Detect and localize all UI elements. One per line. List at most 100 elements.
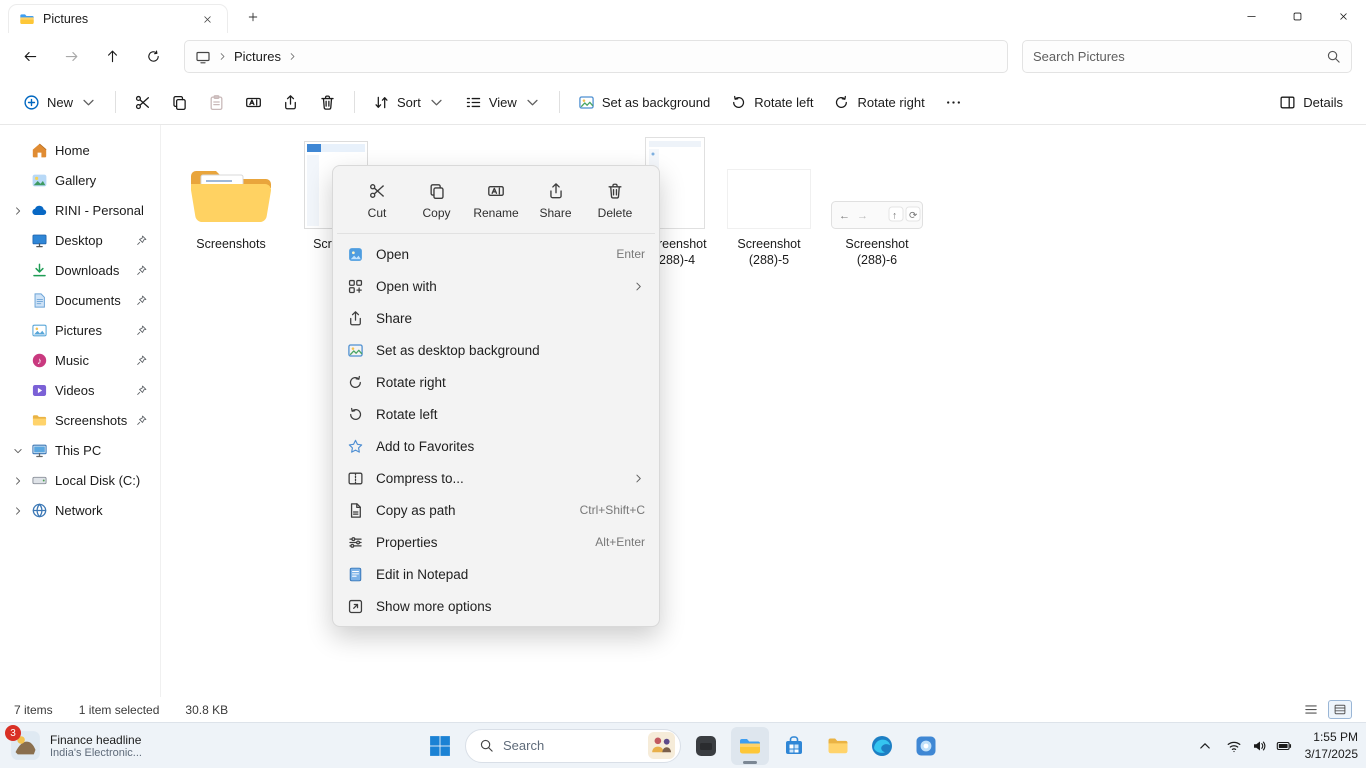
photos-app-button[interactable] [907,727,945,765]
new-button[interactable]: New [14,85,106,119]
list-view-toggle[interactable] [1299,700,1323,719]
expand-chevron-icon[interactable] [12,475,24,487]
context-menu-item[interactable]: Properties Alt+Enter [337,526,655,558]
widgets-button[interactable]: 3 Finance headline India's Electronic... [10,730,142,761]
sidebar-item[interactable]: Downloads [5,256,155,285]
start-button[interactable] [421,727,459,765]
cut-icon [134,94,151,111]
paste-button[interactable] [199,85,234,119]
sort-label: Sort [397,95,421,110]
expand-chevron-icon[interactable] [12,505,24,517]
quick-action-label: Delete [598,206,633,220]
share-button[interactable] [273,85,308,119]
back-button[interactable] [14,40,47,73]
sidebar-item[interactable]: Screenshots [5,406,155,435]
quick-action-button[interactable]: Rename [468,177,524,225]
search-icon[interactable] [1326,49,1341,64]
minimize-button[interactable] [1228,0,1274,33]
more-options-button[interactable] [936,85,971,119]
menu-item-icon [347,502,364,519]
context-menu-item[interactable]: Compress to... [337,462,655,494]
sort-button[interactable]: Sort [364,85,454,119]
rename-icon [245,94,262,111]
sidebar-item[interactable]: Documents [5,286,155,315]
breadcrumb[interactable]: Pictures [234,49,281,64]
sidebar-item-label: Downloads [55,263,128,278]
forward-button[interactable] [55,40,88,73]
up-button[interactable] [96,40,129,73]
quick-action-button[interactable]: Share [528,177,584,225]
context-menu-item[interactable]: Open with [337,270,655,302]
sidebar-item-label: RINI - Personal [55,203,148,218]
rotate-left-icon [730,94,747,111]
rotate-right-button[interactable]: Rotate right [824,85,933,119]
svg-text:♪: ♪ [37,356,42,367]
context-menu-item[interactable]: Edit in Notepad [337,558,655,590]
context-menu-item[interactable]: Share [337,302,655,334]
breadcrumb-chevron-icon[interactable] [217,51,228,62]
sidebar-item[interactable]: Local Disk (C:) [5,466,155,495]
sidebar-item-icon [31,442,48,459]
location-device-icon[interactable] [195,49,211,65]
cut-button[interactable] [125,85,160,119]
sidebar-item[interactable]: Videos [5,376,155,405]
tray-status-icons[interactable] [1226,738,1292,754]
sidebar-item[interactable]: Network [5,496,155,525]
sidebar-item[interactable]: Home [5,136,155,165]
details-pane-button[interactable]: Details [1270,85,1352,119]
clock[interactable]: 1:55 PM 3/17/2025 [1305,729,1358,761]
quick-action-icon [428,182,446,200]
tab-pictures[interactable]: Pictures [8,4,228,33]
refresh-button[interactable] [137,40,170,73]
quick-action-button[interactable]: Copy [409,177,465,225]
context-menu-item[interactable]: Add to Favorites [337,430,655,462]
rotate-left-button[interactable]: Rotate left [721,85,822,119]
new-tab-button[interactable] [240,4,266,30]
context-menu-item[interactable]: Show more options [337,590,655,622]
context-menu-item[interactable]: Set as desktop background [337,334,655,366]
maximize-button[interactable] [1274,0,1320,33]
copy-button[interactable] [162,85,197,119]
sidebar-item[interactable]: RINI - Personal [5,196,155,225]
expand-chevron-icon[interactable] [12,205,24,217]
context-menu-item[interactable]: Open Enter [337,238,655,270]
microsoft-store-button[interactable] [775,727,813,765]
expand-chevron-icon[interactable] [12,445,24,457]
delete-button[interactable] [310,85,345,119]
close-button[interactable] [1320,0,1366,33]
tab-close-icon[interactable] [198,10,217,29]
command-toolbar: New Sort View Set as background Rotate l… [0,80,1366,125]
quick-action-button[interactable]: Delete [587,177,643,225]
folder-app-button[interactable] [819,727,857,765]
quick-action-button[interactable]: Cut [349,177,405,225]
photos-icon [914,734,938,758]
context-menu-item[interactable]: Copy as path Ctrl+Shift+C [337,494,655,526]
toolbar-divider [115,91,116,113]
sidebar-item[interactable]: Gallery [5,166,155,195]
breadcrumb-chevron-icon[interactable] [287,51,298,62]
file-item[interactable]: ←→↑⟳ Screenshot (288)-6 [825,131,929,275]
sidebar-item[interactable]: ♪ Music [5,346,155,375]
file-explorer-button[interactable] [731,727,769,765]
view-button[interactable]: View [456,85,550,119]
close-icon [1338,11,1349,22]
set-background-button[interactable]: Set as background [569,85,719,119]
file-name: Screenshot (288)-6 [827,236,927,269]
search-box[interactable]: Search Pictures [1022,40,1352,73]
sidebar-item[interactable]: This PC [5,436,155,465]
context-menu-item[interactable]: Rotate right [337,366,655,398]
file-item[interactable]: Screenshot (288)-5 [717,131,821,275]
rename-button[interactable] [236,85,271,119]
sidebar-item[interactable]: Pictures [5,316,155,345]
details-view-toggle[interactable] [1328,700,1352,719]
dark-app-button[interactable] [687,727,725,765]
address-bar[interactable]: Pictures [184,40,1008,73]
sidebar-item[interactable]: Desktop [5,226,155,255]
taskbar-search[interactable]: Search [465,729,681,763]
context-menu-item[interactable]: Rotate left [337,398,655,430]
edge-button[interactable] [863,727,901,765]
file-item[interactable]: Screenshots [179,131,283,258]
sidebar-item-icon [31,202,48,219]
sort-icon [373,94,390,111]
hidden-icons-chevron[interactable] [1197,738,1213,754]
